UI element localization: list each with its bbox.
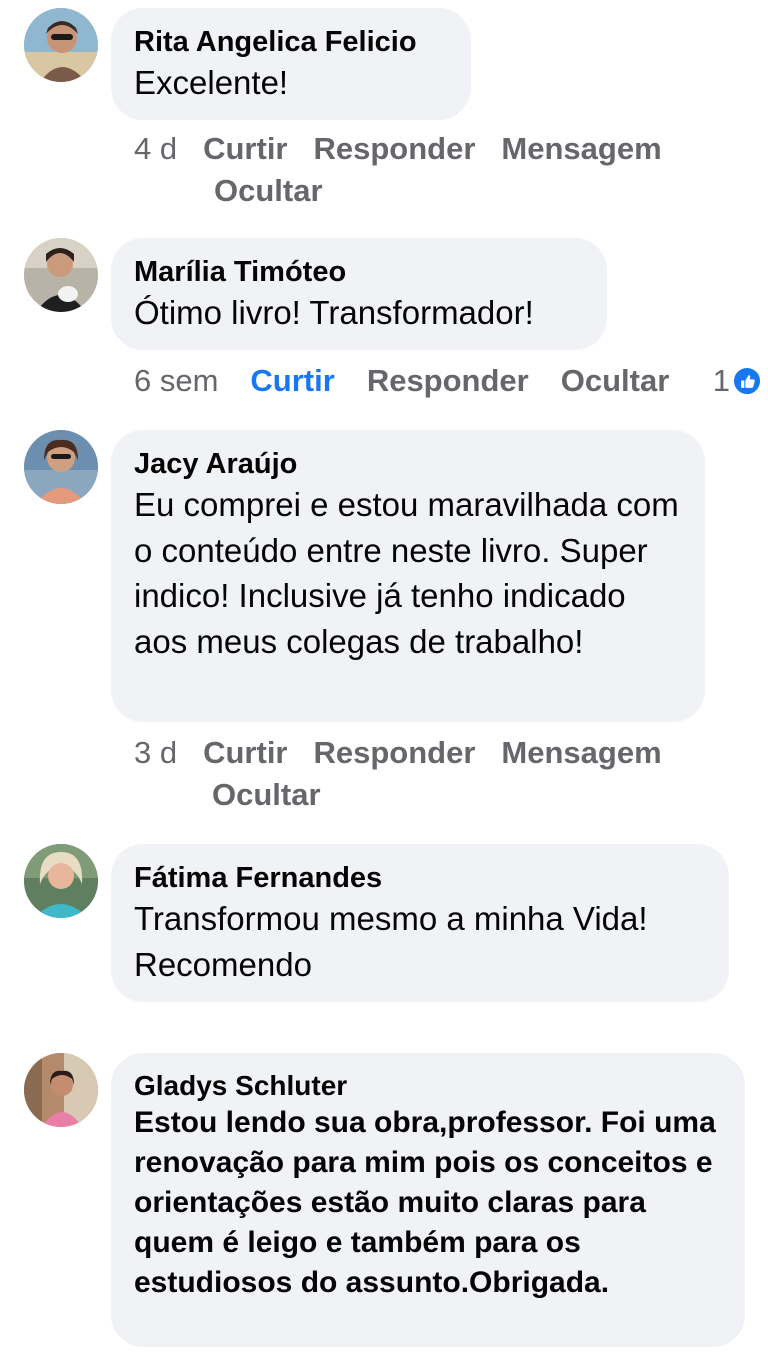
like-button[interactable]: Curtir [203, 131, 287, 166]
message-button[interactable]: Mensagem [501, 131, 661, 166]
comment-text: Estou lendo sua obra,professor. Foi uma … [134, 1106, 716, 1299]
comment-text: Transformou mesmo a minha Vida! Recomend… [134, 900, 648, 983]
comment-timestamp[interactable]: 3 d [134, 735, 177, 770]
like-button[interactable]: Curtir [203, 735, 287, 770]
avatar[interactable] [24, 430, 98, 504]
avatar[interactable] [24, 844, 98, 918]
comment-author[interactable]: Gladys Schluter [134, 1069, 721, 1103]
comment-timestamp[interactable]: 4 d [134, 131, 177, 166]
comment-bubble: Gladys Schluter Estou lendo sua obra,pro… [111, 1053, 745, 1347]
comment-author[interactable]: Fátima Fernandes [134, 860, 705, 896]
avatar[interactable] [24, 238, 98, 312]
comment-text: Ótimo livro! Transformador! [134, 294, 534, 331]
comment-bubble: Jacy Araújo Eu comprei e estou maravilha… [111, 430, 705, 722]
comment-actions: 6 sem Curtir Responder Ocultar 1 [134, 360, 762, 402]
comment-bubble: Rita Angelica Felicio Excelente! [111, 8, 471, 120]
comment-author[interactable]: Rita Angelica Felicio [134, 24, 447, 60]
avatar[interactable] [24, 8, 98, 82]
comment-author[interactable]: Jacy Araújo [134, 446, 681, 482]
avatar[interactable] [24, 1053, 98, 1127]
comment-bubble: Marília Timóteo Ótimo livro! Transformad… [111, 238, 607, 350]
comment-actions: 3 d Curtir Responder Mensagem Ocultar [134, 732, 754, 816]
reply-button[interactable]: Responder [367, 363, 529, 398]
reaction-count: 1 [712, 363, 730, 398]
thumbs-up-icon [732, 366, 762, 396]
comment-text: Excelente! [134, 64, 289, 101]
reply-button[interactable]: Responder [314, 735, 476, 770]
like-button[interactable]: Curtir [250, 363, 334, 398]
message-button[interactable]: Mensagem [501, 735, 661, 770]
comment-timestamp[interactable]: 6 sem [134, 363, 218, 398]
hide-button[interactable]: Ocultar [212, 777, 321, 812]
hide-button[interactable]: Ocultar [214, 173, 323, 208]
reply-button[interactable]: Responder [314, 131, 476, 166]
hide-button[interactable]: Ocultar [561, 363, 670, 398]
reaction-summary[interactable]: 1 [713, 360, 762, 402]
comment-author[interactable]: Marília Timóteo [134, 254, 583, 290]
comment-actions: 4 d Curtir Responder Mensagem Ocultar [134, 128, 754, 212]
comment-bubble: Fátima Fernandes Transformou mesmo a min… [111, 844, 729, 1002]
comment-text: Eu comprei e estou maravilhada com o con… [134, 486, 679, 660]
